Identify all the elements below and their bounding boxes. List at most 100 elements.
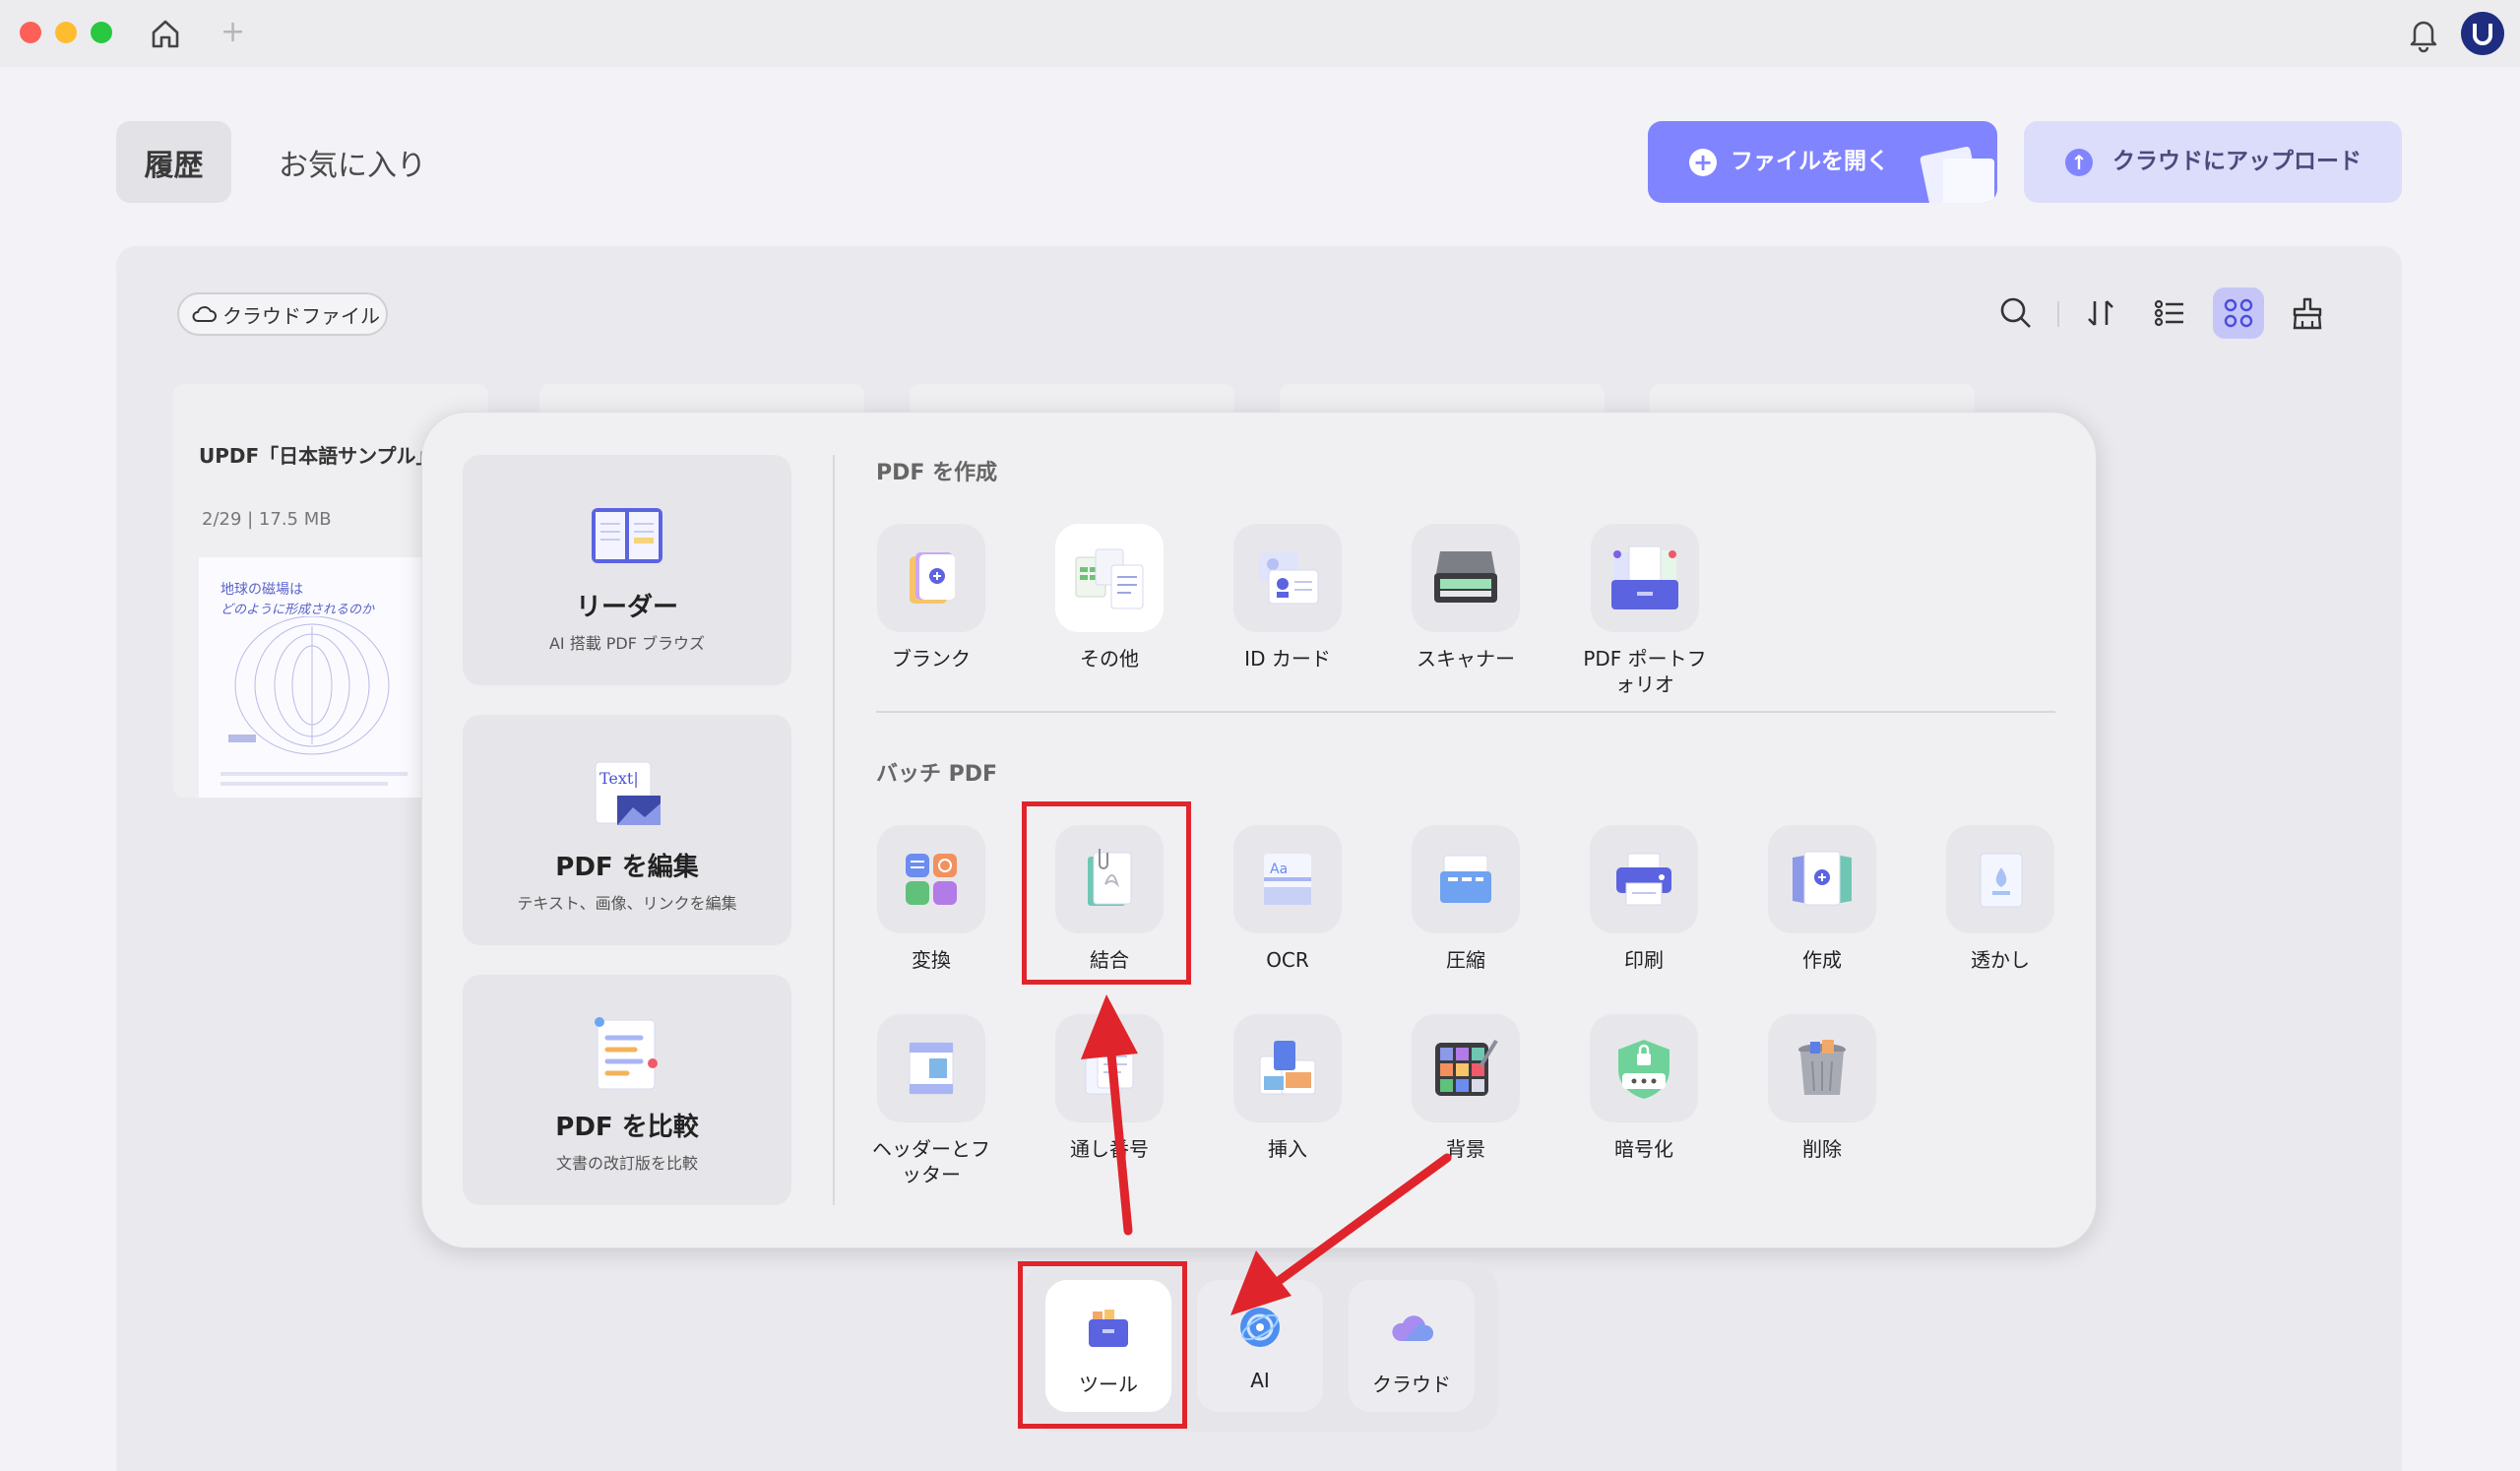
tool-print-label: 印刷 [1624, 948, 1664, 972]
upload-arrow-icon: ↑ [2065, 149, 2093, 176]
tool-scanner[interactable]: スキャナー [1402, 524, 1530, 672]
tool-header-footer[interactable]: ヘッダーとフッター [867, 1014, 995, 1187]
tool-scanner-label: スキャナー [1417, 647, 1515, 671]
cloud-icon [192, 306, 217, 322]
bell-icon[interactable] [2406, 14, 2441, 53]
trash-can-icon [1798, 1040, 1846, 1095]
grid-view-icon[interactable] [2213, 288, 2264, 339]
tool-portfolio[interactable]: PDF ポートフォリオ [1580, 524, 1710, 697]
edit-pdf-subtitle: テキスト、画像、リンクを編集 [517, 894, 737, 913]
open-file-label: ファイルを開く [1731, 149, 1889, 174]
tool-ocr[interactable]: Aa OCR [1224, 825, 1352, 973]
magnetic-field-illustration [228, 616, 390, 755]
dock-ai-label: AI [1250, 1369, 1270, 1392]
cloud-files-label: クラウドファイル [222, 303, 380, 328]
close-window-button[interactable] [20, 22, 41, 43]
list-view-icon[interactable] [2144, 288, 2195, 339]
portfolio-icon [1611, 545, 1678, 609]
text-edit-icon-label: Text| [599, 769, 639, 788]
tool-encrypt-label: 暗号化 [1614, 1137, 1673, 1161]
text-edit-icon: Text| [595, 761, 661, 825]
thumb-title-2: どのように形成されるのか [220, 603, 375, 617]
tool-create-label: 作成 [1802, 948, 1842, 972]
dock-cloud[interactable]: クラウド [1349, 1280, 1475, 1412]
lock-shield-icon [1618, 1040, 1670, 1099]
ocr-icon: Aa [1264, 854, 1311, 905]
tool-ocr-label: OCR [1266, 948, 1309, 972]
tool-print[interactable]: 印刷 [1580, 825, 1708, 973]
open-file-button[interactable]: + ファイルを開く [1648, 121, 1997, 203]
ai-icon [1240, 1308, 1280, 1347]
tool-background[interactable]: 背景 [1402, 1014, 1530, 1162]
plus-icon: + [1689, 149, 1717, 176]
document-icon [1943, 159, 1994, 203]
tools-highlight-box [1018, 1261, 1187, 1429]
svg-text:Aa: Aa [1270, 862, 1288, 877]
tool-delete-label: 削除 [1802, 1137, 1842, 1161]
new-tab-button[interactable]: + [220, 16, 245, 49]
compare-pdf-card[interactable]: PDF を比較 文書の改訂版を比較 [463, 975, 791, 1205]
reader-card[interactable]: リーダー AI 搭載 PDF ブラウズ [463, 455, 791, 685]
toolbar-divider [2057, 301, 2059, 327]
tool-watermark-label: 透かし [1971, 948, 2030, 972]
scanner-icon [1434, 551, 1497, 603]
header-footer-icon [909, 1042, 954, 1095]
cloud-icon [1392, 1315, 1433, 1341]
file-name: UPDF「日本語サンプル」 [199, 444, 436, 468]
tool-portfolio-label: PDF ポートフォリオ [1583, 647, 1707, 696]
file-meta: 2/29 | 17.5 MB [202, 509, 332, 530]
book-icon [592, 508, 662, 563]
sort-icon[interactable] [2075, 288, 2126, 339]
tool-header-footer-label: ヘッダーとフッター [872, 1137, 990, 1186]
tool-delete[interactable]: 削除 [1758, 1014, 1886, 1162]
edit-pdf-card[interactable]: Text| PDF を編集 テキスト、画像、リンクを編集 [463, 715, 791, 945]
tool-background-label: 背景 [1446, 1137, 1485, 1161]
dock-ai[interactable]: AI [1197, 1280, 1323, 1412]
printer-icon [1616, 853, 1671, 906]
edit-pdf-title: PDF を編集 [555, 853, 699, 882]
dock-cloud-label: クラウド [1372, 1373, 1451, 1396]
batch-section-title: バッチ PDF [876, 762, 998, 787]
thumb-title-1: 地球の磁場は [220, 582, 303, 598]
other-documents-icon [1075, 548, 1144, 609]
tool-other-label: その他 [1080, 647, 1139, 671]
popup-divider-horizontal [876, 711, 2055, 713]
blank-page-icon [910, 552, 955, 604]
file-thumbnail[interactable]: 地球の磁場は どのように形成されるのか [199, 557, 425, 798]
tool-id-card-label: ID カード [1244, 647, 1331, 671]
search-icon[interactable] [1990, 288, 2042, 339]
avatar[interactable] [2461, 12, 2504, 55]
compare-icon [595, 1017, 658, 1090]
tool-insert[interactable]: 挿入 [1224, 1014, 1352, 1162]
tool-other[interactable]: その他 [1045, 524, 1173, 672]
merge-highlight-box [1022, 801, 1191, 985]
tab-history[interactable]: 履歴 [116, 121, 231, 203]
tool-encrypt[interactable]: 暗号化 [1580, 1014, 1708, 1162]
cloud-files-chip[interactable]: クラウドファイル [177, 292, 388, 336]
upload-cloud-button[interactable]: ↑ クラウドにアップロード [2024, 121, 2402, 203]
tool-blank[interactable]: ブランク [867, 524, 995, 672]
reader-subtitle: AI 搭載 PDF ブラウズ [548, 634, 706, 653]
clean-icon[interactable] [2282, 288, 2333, 339]
home-icon[interactable] [146, 14, 185, 53]
tool-compress-label: 圧縮 [1446, 948, 1485, 972]
create-icon [1793, 851, 1852, 906]
compare-pdf-subtitle: 文書の改訂版を比較 [555, 1154, 698, 1173]
tool-convert[interactable]: 変換 [867, 825, 995, 973]
title-bar: + [0, 0, 2520, 67]
bates-number-icon [1085, 1042, 1134, 1095]
tool-bates-number[interactable]: 通し番号 [1045, 1014, 1173, 1162]
tool-compress[interactable]: 圧縮 [1402, 825, 1530, 973]
tool-id-card[interactable]: ID カード [1224, 524, 1352, 672]
tool-create[interactable]: 作成 [1758, 825, 1886, 973]
zoom-window-button[interactable] [91, 22, 112, 43]
minimize-window-button[interactable] [55, 22, 77, 43]
tool-convert-label: 変換 [912, 948, 951, 972]
tool-watermark[interactable]: 透かし [1936, 825, 2064, 973]
compress-icon [1440, 855, 1491, 903]
tool-blank-label: ブランク [892, 647, 971, 671]
popup-divider-vertical [833, 455, 835, 1205]
background-palette-icon [1435, 1039, 1498, 1096]
tab-favorites[interactable]: お気に入り [254, 121, 451, 203]
upload-cloud-label: クラウドにアップロード [2112, 149, 2362, 174]
